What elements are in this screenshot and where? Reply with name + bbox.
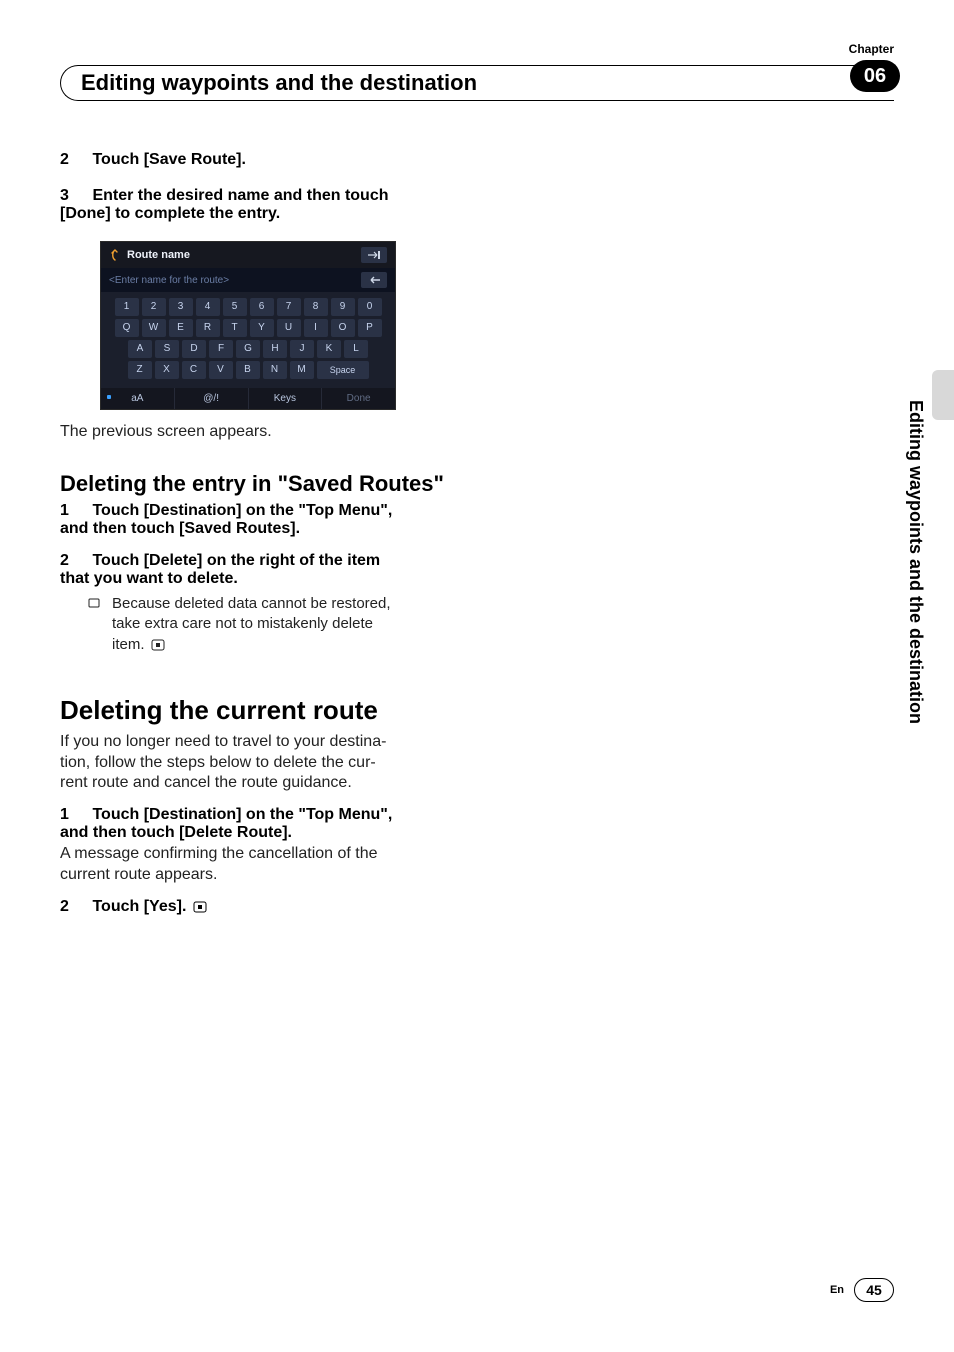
chapter-label: Chapter <box>849 42 894 56</box>
title-bar: Editing waypoints and the destination <box>60 65 894 101</box>
step-text-line2: and then touch [Saved Routes]. <box>60 520 300 537</box>
screenshot-key: 1 <box>115 298 139 316</box>
screenshot-key: 6 <box>250 298 274 316</box>
menu-icon <box>361 247 387 263</box>
screenshot-key: 5 <box>223 298 247 316</box>
screenshot-key: N <box>263 361 287 379</box>
screenshot-placeholder: <Enter name for the route> <box>109 275 229 286</box>
step-number: 1 <box>60 806 88 824</box>
step-text-line1: Touch [Destination] on the "Top Menu", <box>92 806 392 823</box>
screenshot-key: 2 <box>142 298 166 316</box>
delete-saved-step-1: 1 Touch [Destination] on the "Top Menu",… <box>60 502 460 538</box>
footer-page-number: 45 <box>854 1278 894 1302</box>
step-number: 1 <box>60 502 88 520</box>
screenshot-key: V <box>209 361 233 379</box>
page-footer: En 45 <box>830 1278 894 1302</box>
step-text-line2: that you want to delete. <box>60 570 238 587</box>
heading-deleting-current-route: Deleting the current route <box>60 695 460 726</box>
screenshot-title-bar: Route name <box>101 242 395 268</box>
screenshot-key: K <box>317 340 341 358</box>
step-text-line2: and then touch [Delete Route]. <box>60 824 292 841</box>
step-text-line1: Touch [Delete] on the right of the item <box>92 552 380 569</box>
step-text: Touch [Yes]. <box>92 898 186 915</box>
heading-deleting-saved-routes: Deleting the entry in "Saved Routes" <box>60 471 460 496</box>
screenshot-key: 0 <box>358 298 382 316</box>
content-column: 2 Touch [Save Route]. 3 Enter the desire… <box>60 151 460 916</box>
screenshot-key: Z <box>128 361 152 379</box>
note-deleted-data: Because deleted data cannot be restored,… <box>60 594 460 655</box>
heading-part-a: Deleting the entry in <box>60 471 278 496</box>
delete-current-intro: If you no longer need to travel to your … <box>60 732 460 794</box>
delete-current-step-2: 2 Touch [Yes]. <box>60 898 460 916</box>
screenshot-key: R <box>196 319 220 337</box>
screenshot-key: X <box>155 361 179 379</box>
side-section-label: Editing waypoints and the destination <box>905 400 926 724</box>
step-3-enter-name: 3 Enter the desired name and then touch … <box>60 187 460 223</box>
screenshot-input-row: <Enter name for the route> <box>101 268 395 292</box>
screenshot-key: I <box>304 319 328 337</box>
section-end-icon <box>191 898 207 915</box>
delete-current-step-1: 1 Touch [Destination] on the "Top Menu",… <box>60 806 460 842</box>
step-number: 2 <box>60 552 88 570</box>
step-text-line1: Touch [Destination] on the "Top Menu", <box>92 502 392 519</box>
screenshot-route-name-keyboard: Route name <Enter name for the route> 12… <box>100 241 396 410</box>
screenshot-key: C <box>182 361 206 379</box>
screenshot-key: B <box>236 361 260 379</box>
screenshot-key: D <box>182 340 206 358</box>
screenshot-key-keys: Keys <box>249 388 323 409</box>
screenshot-key: H <box>263 340 287 358</box>
heading-part-b: "Saved Routes" <box>278 471 444 496</box>
section-end-icon <box>149 636 165 653</box>
side-thumb-tab <box>932 370 954 420</box>
delete-saved-step-2: 2 Touch [Delete] on the right of the ite… <box>60 552 460 588</box>
backspace-icon <box>361 272 387 288</box>
note-text: Because deleted data cannot be restored,… <box>112 594 391 655</box>
step-number: 2 <box>60 898 88 916</box>
screenshot-key: U <box>277 319 301 337</box>
step-text-line1: Enter the desired name and then touch <box>92 187 388 204</box>
chapter-number-badge: 06 <box>850 60 900 92</box>
step-number: 2 <box>60 151 88 169</box>
screenshot-key: 4 <box>196 298 220 316</box>
delete-current-step-1-after: A message confirming the cancellation of… <box>60 844 460 886</box>
screenshot-key: 9 <box>331 298 355 316</box>
screenshot-key: 8 <box>304 298 328 316</box>
screenshot-key-shift: aA <box>101 388 175 409</box>
previous-screen-text: The previous screen appears. <box>60 422 460 443</box>
screenshot-key: Y <box>250 319 274 337</box>
screenshot-key: J <box>290 340 314 358</box>
screenshot-key: F <box>209 340 233 358</box>
screenshot-key-done: Done <box>322 388 395 409</box>
step-number: 3 <box>60 187 88 205</box>
footer-language: En <box>830 1284 844 1296</box>
step-text-line2: [Done] to complete the entry. <box>60 205 280 222</box>
screenshot-key: A <box>128 340 152 358</box>
screenshot-bottom-row: aA @/! Keys Done <box>101 388 395 409</box>
screenshot-key: L <box>344 340 368 358</box>
screenshot-key: G <box>236 340 260 358</box>
back-icon <box>109 249 121 261</box>
screenshot-key: 3 <box>169 298 193 316</box>
step-text: Touch [Save Route]. <box>92 151 246 168</box>
screenshot-key: E <box>169 319 193 337</box>
step-2-save-route: 2 Touch [Save Route]. <box>60 151 460 169</box>
screenshot-key: O <box>331 319 355 337</box>
screenshot-key: S <box>155 340 179 358</box>
screenshot-key: P <box>358 319 382 337</box>
screenshot-key: T <box>223 319 247 337</box>
screenshot-key-space: Space <box>317 361 369 379</box>
screenshot-key-rows: 1234567890 QWERTYUIOP ASDFGHJKL ZXCVBNMS… <box>101 292 395 388</box>
screenshot-key: M <box>290 361 314 379</box>
note-icon <box>88 594 102 655</box>
page-title: Editing waypoints and the destination <box>60 65 870 101</box>
screenshot-key: W <box>142 319 166 337</box>
screenshot-key-symbols: @/! <box>175 388 249 409</box>
screenshot-title: Route name <box>127 249 190 261</box>
screenshot-key: Q <box>115 319 139 337</box>
screenshot-key: 7 <box>277 298 301 316</box>
